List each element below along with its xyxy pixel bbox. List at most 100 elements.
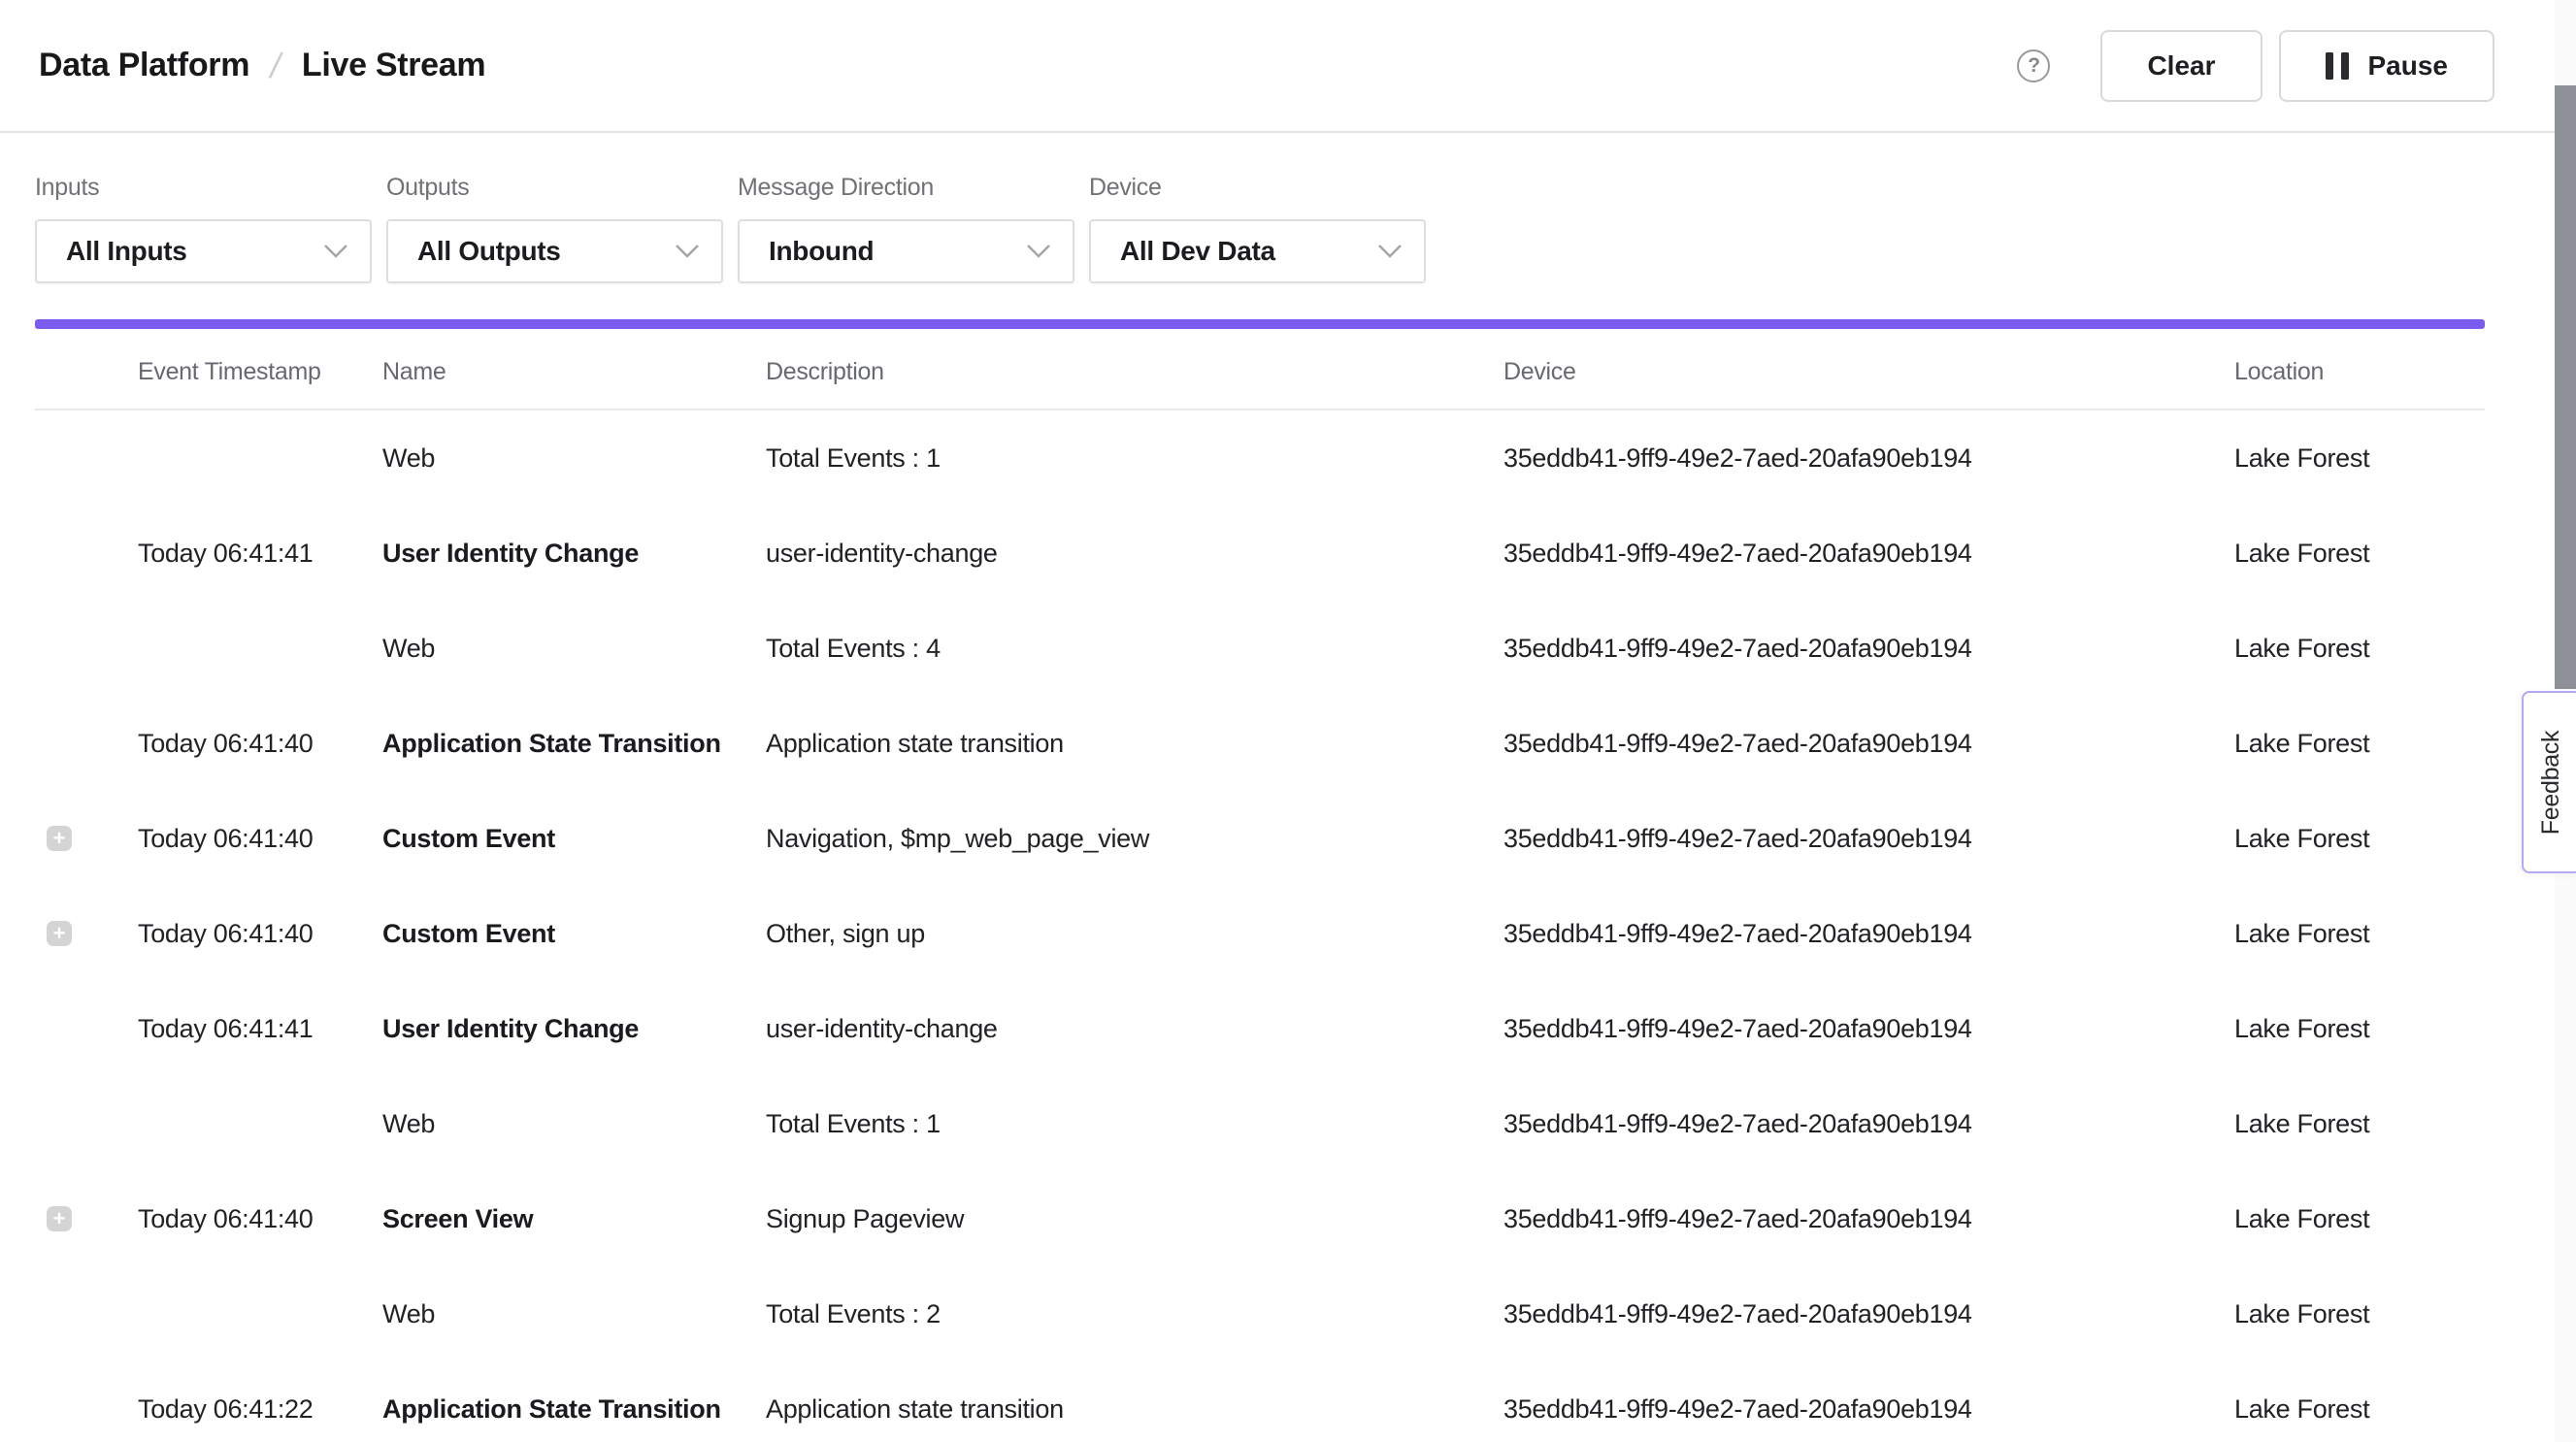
expand-cell [35, 1301, 138, 1327]
cell-description: Application state transition [766, 729, 1503, 759]
expand-cell [35, 826, 138, 851]
clear-button[interactable]: Clear [2100, 30, 2262, 102]
cell-location: Lake Forest [2234, 634, 2485, 664]
table-row[interactable]: Today 06:41:40 Screen View Signup Pagevi… [35, 1171, 2485, 1266]
cell-description: Total Events : 1 [766, 1109, 1503, 1139]
cell-event-timestamp: Today 06:41:40 [138, 1204, 382, 1234]
cell-name: Application State Transition [382, 729, 766, 759]
chevron-down-icon [1377, 244, 1403, 259]
filter-message-direction: Message Direction Inbound [738, 174, 1074, 283]
column-header-description: Description [766, 358, 1503, 386]
cell-description: Other, sign up [766, 919, 1503, 949]
expand-cell [35, 1016, 138, 1041]
filter-inputs: Inputs All Inputs [35, 174, 372, 283]
filter-outputs-label: Outputs [386, 174, 723, 202]
message-direction-dropdown[interactable]: Inbound [738, 219, 1074, 283]
cell-location: Lake Forest [2234, 1204, 2485, 1234]
device-dropdown[interactable]: All Dev Data [1089, 219, 1426, 283]
table-row: Web Total Events : 4 35eddb41-9ff9-49e2-… [35, 601, 2485, 696]
filter-device: Device All Dev Data [1089, 174, 1426, 283]
clear-button-label: Clear [2147, 50, 2215, 82]
cell-description: Signup Pageview [766, 1204, 1503, 1234]
expand-cell [35, 1111, 138, 1136]
column-header-device: Device [1503, 358, 2234, 386]
cell-location: Lake Forest [2234, 824, 2485, 854]
cell-location: Lake Forest [2234, 443, 2485, 474]
top-header: Data Platform / Live Stream ? Clear Paus… [0, 0, 2576, 133]
table-row[interactable]: Today 06:41:40 Custom Event Navigation, … [35, 791, 2485, 886]
table-row: Today 06:41:40 Application State Transit… [35, 696, 2485, 791]
cell-name: Web [382, 443, 766, 474]
filter-message-direction-label: Message Direction [738, 174, 1074, 202]
feedback-tab-label: Feedback [2538, 730, 2566, 834]
cell-event-timestamp: Today 06:41:41 [138, 1014, 382, 1044]
cell-location: Lake Forest [2234, 1394, 2485, 1425]
feedback-tab[interactable]: Feedback [2522, 691, 2576, 873]
filter-inputs-label: Inputs [35, 174, 372, 202]
cell-name: Web [382, 634, 766, 664]
scrollbar-thumb[interactable] [2555, 85, 2576, 689]
cell-event-timestamp: Today 06:41:22 [138, 1394, 382, 1425]
cell-location: Lake Forest [2234, 1014, 2485, 1044]
cell-description: user-identity-change [766, 539, 1503, 569]
inputs-dropdown[interactable]: All Inputs [35, 219, 372, 283]
accent-divider [35, 319, 2485, 329]
filter-device-label: Device [1089, 174, 1426, 202]
pause-button-label: Pause [2368, 50, 2449, 82]
cell-device: 35eddb41-9ff9-49e2-7aed-20afa90eb194 [1503, 1109, 2234, 1139]
cell-name: Web [382, 1299, 766, 1329]
cell-name: User Identity Change [382, 539, 766, 569]
table-row: Today 06:41:22 Application State Transit… [35, 1361, 2485, 1442]
cell-device: 35eddb41-9ff9-49e2-7aed-20afa90eb194 [1503, 443, 2234, 474]
cell-name: Web [382, 1109, 766, 1139]
column-header-location: Location [2234, 358, 2485, 386]
chevron-down-icon [675, 244, 700, 259]
breadcrumb: Data Platform / Live Stream [39, 46, 485, 86]
table-body: Web Total Events : 1 35eddb41-9ff9-49e2-… [35, 410, 2485, 1442]
cell-event-timestamp: Today 06:41:40 [138, 824, 382, 854]
cell-device: 35eddb41-9ff9-49e2-7aed-20afa90eb194 [1503, 1204, 2234, 1234]
outputs-dropdown[interactable]: All Outputs [386, 219, 723, 283]
column-header-event-timestamp: Event Timestamp [138, 358, 382, 386]
chevron-down-icon [1026, 244, 1051, 259]
message-direction-dropdown-value: Inbound [769, 236, 874, 267]
cell-name: Custom Event [382, 824, 766, 854]
table-header-row: Event Timestamp Name Description Device … [35, 329, 2485, 410]
expand-row-button[interactable] [47, 921, 72, 946]
cell-device: 35eddb41-9ff9-49e2-7aed-20afa90eb194 [1503, 919, 2234, 949]
table-row: Web Total Events : 1 35eddb41-9ff9-49e2-… [35, 1076, 2485, 1171]
pause-button[interactable]: Pause [2279, 30, 2495, 102]
cell-name: Application State Transition [382, 1394, 766, 1425]
expand-row-button[interactable] [47, 1206, 72, 1231]
breadcrumb-data-platform[interactable]: Data Platform [39, 47, 249, 84]
table-row: Today 06:41:41 User Identity Change user… [35, 981, 2485, 1076]
cell-description: Total Events : 1 [766, 443, 1503, 474]
device-dropdown-value: All Dev Data [1120, 236, 1275, 267]
expand-cell [35, 541, 138, 566]
filters-bar: Inputs All Inputs Outputs All Outputs Me… [0, 133, 2576, 283]
cell-device: 35eddb41-9ff9-49e2-7aed-20afa90eb194 [1503, 1394, 2234, 1425]
table-row[interactable]: Today 06:41:40 Custom Event Other, sign … [35, 886, 2485, 981]
live-stream-table: Event Timestamp Name Description Device … [35, 329, 2485, 1442]
cell-device: 35eddb41-9ff9-49e2-7aed-20afa90eb194 [1503, 729, 2234, 759]
table-row: Web Total Events : 1 35eddb41-9ff9-49e2-… [35, 410, 2485, 506]
breadcrumb-live-stream: Live Stream [302, 47, 485, 84]
cell-event-timestamp: Today 06:41:40 [138, 729, 382, 759]
cell-description: Application state transition [766, 1394, 1503, 1425]
cell-location: Lake Forest [2234, 1299, 2485, 1329]
expand-row-button[interactable] [47, 826, 72, 851]
cell-location: Lake Forest [2234, 539, 2485, 569]
table-row: Web Total Events : 2 35eddb41-9ff9-49e2-… [35, 1266, 2485, 1361]
cell-device: 35eddb41-9ff9-49e2-7aed-20afa90eb194 [1503, 1299, 2234, 1329]
expand-cell [35, 636, 138, 661]
cell-location: Lake Forest [2234, 1109, 2485, 1139]
expand-cell [35, 445, 138, 471]
cell-event-timestamp: Today 06:41:40 [138, 919, 382, 949]
cell-device: 35eddb41-9ff9-49e2-7aed-20afa90eb194 [1503, 1014, 2234, 1044]
cell-description: Total Events : 4 [766, 634, 1503, 664]
expand-cell [35, 921, 138, 946]
help-icon[interactable]: ? [2017, 49, 2050, 82]
pause-icon [2326, 52, 2349, 80]
table-row: Today 06:41:41 User Identity Change user… [35, 506, 2485, 601]
breadcrumb-separator: / [267, 46, 285, 86]
